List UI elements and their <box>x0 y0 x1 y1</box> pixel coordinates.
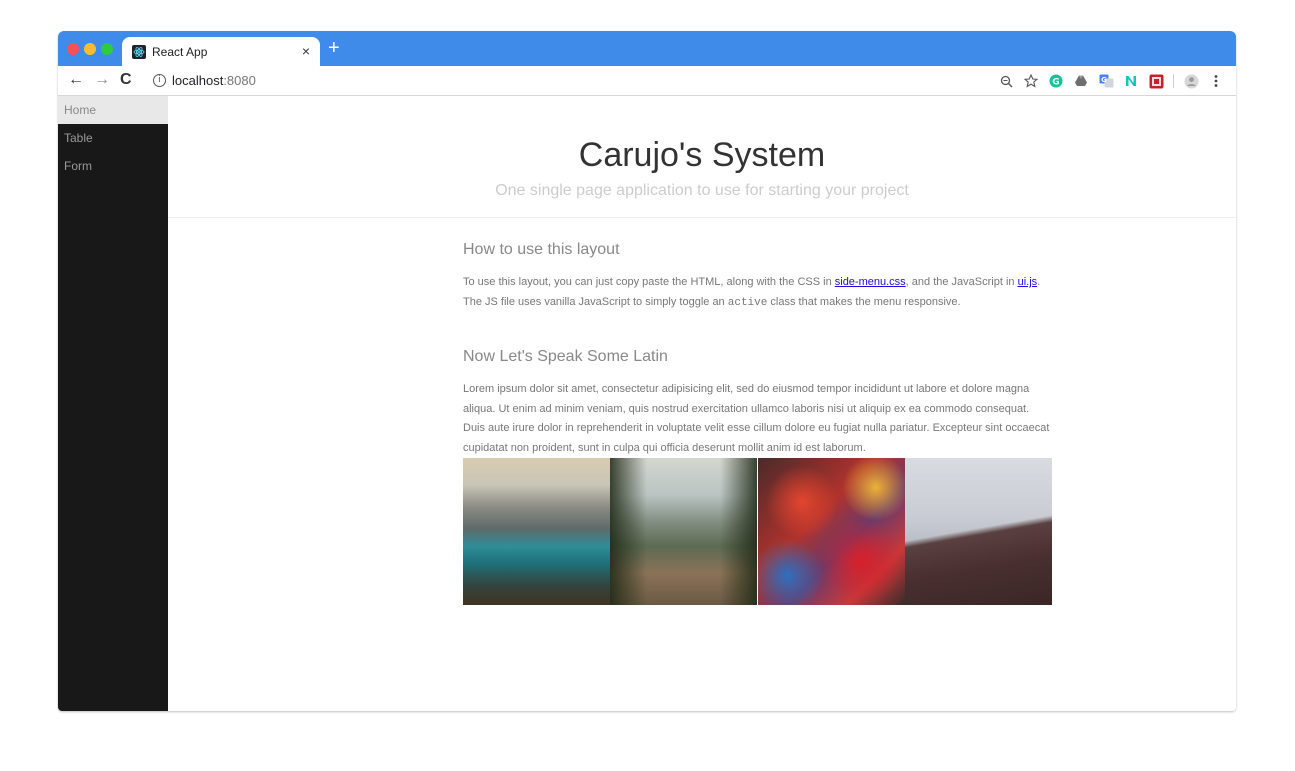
close-tab-icon[interactable]: × <box>302 43 310 59</box>
back-button[interactable]: ← <box>68 70 84 90</box>
main-content: Carujo's System One single page applicat… <box>168 96 1236 711</box>
url-host: localhost <box>172 73 224 88</box>
page-header: Carujo's System One single page applicat… <box>168 96 1236 218</box>
section-paragraph-latin: Lorem ipsum dolor sit amet, consectetur … <box>463 383 1050 454</box>
section-heading-layout: How to use this layout <box>463 241 620 258</box>
photo-grid <box>463 458 1052 605</box>
extension-red-icon[interactable] <box>1148 73 1164 89</box>
close-window-button[interactable] <box>67 43 79 55</box>
minimize-window-button[interactable] <box>84 43 96 55</box>
ui-js-link[interactable]: ui.js <box>1018 276 1038 288</box>
page-subtitle: One single page application to use for s… <box>495 182 909 199</box>
tab-title: React App <box>152 45 208 59</box>
toolbar-separator <box>1173 74 1174 88</box>
market-photo <box>757 458 905 605</box>
maximize-window-button[interactable] <box>101 43 113 55</box>
extension-n-icon[interactable] <box>1123 73 1139 89</box>
page: Home Table Form Carujo's System One sing… <box>58 96 1236 711</box>
tab-strip: React App × + <box>58 31 1236 66</box>
hill-photo <box>904 458 1052 605</box>
zoom-icon[interactable] <box>998 73 1014 89</box>
profile-icon[interactable] <box>1183 73 1199 89</box>
section-heading-latin: Now Let's Speak Some Latin <box>463 348 668 365</box>
side-menu-css-link[interactable]: side-menu.css <box>835 276 906 288</box>
menu-item-home[interactable]: Home <box>58 96 168 124</box>
menu-item-form[interactable]: Form <box>58 152 168 180</box>
url-port: :8080 <box>223 73 256 88</box>
forward-button[interactable]: → <box>94 70 110 90</box>
browser-toolbar: ← → C i localhost:8080 G G <box>58 66 1236 96</box>
svg-text:G: G <box>1101 76 1107 84</box>
inline-code: active <box>727 296 768 309</box>
toolbar-icons: G G <box>998 71 1224 91</box>
tab-react-app[interactable]: React App × <box>122 37 320 66</box>
grammarly-icon[interactable]: G <box>1048 73 1064 89</box>
paragraph-text: To use this layout, you can just copy pa… <box>463 276 835 288</box>
translate-icon[interactable]: G <box>1098 73 1114 89</box>
page-title: Carujo's System <box>578 136 826 174</box>
side-menu: Home Table Form <box>58 96 168 711</box>
section-paragraph-layout: To use this layout, you can just copy pa… <box>463 273 1052 313</box>
address-bar[interactable]: localhost:8080 <box>172 73 256 88</box>
forest-photo <box>610 458 758 605</box>
content: How to use this layout To use this layou… <box>463 239 1052 605</box>
lake-photo <box>463 458 610 605</box>
svg-text:G: G <box>1052 78 1059 88</box>
paragraph-text: , and the JavaScript in <box>905 276 1018 288</box>
react-icon <box>132 45 146 59</box>
reload-button[interactable]: C <box>120 70 132 90</box>
info-icon[interactable]: i <box>153 74 166 87</box>
star-icon[interactable] <box>1023 73 1039 89</box>
drive-icon[interactable] <box>1073 73 1089 89</box>
menu-icon[interactable] <box>1208 73 1224 89</box>
paragraph-text: class that makes the menu responsive. <box>767 295 961 308</box>
menu-item-table[interactable]: Table <box>58 124 168 152</box>
new-tab-button[interactable]: + <box>328 38 340 58</box>
browser-window: React App × + ← → C i localhost:8080 G G <box>58 31 1236 711</box>
